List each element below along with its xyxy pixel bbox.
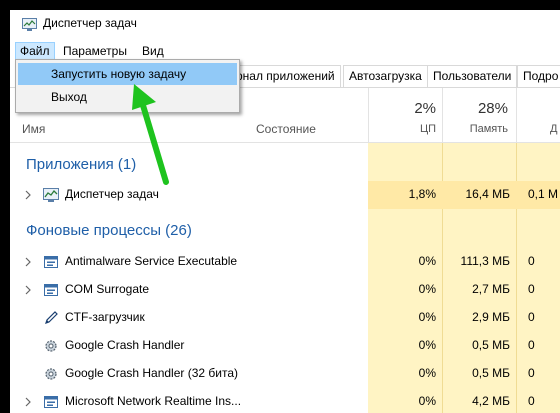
- process-name: Antimalware Service Executable: [65, 254, 238, 268]
- process-disk: 0: [528, 394, 535, 408]
- process-name: CTF-загрузчик: [65, 310, 145, 324]
- process-disk: 0: [528, 366, 535, 380]
- process-cpu: 0%: [418, 366, 436, 380]
- tab-users[interactable]: Пользователи: [427, 65, 518, 87]
- column-cpu[interactable]: ЦП: [380, 123, 436, 135]
- chevron-right-icon[interactable]: [23, 285, 33, 295]
- table-row[interactable]: Microsoft Network Realtime Ins... 0% 4,2…: [10, 388, 560, 413]
- menu-params[interactable]: Параметры: [59, 42, 131, 60]
- header-divider: [516, 88, 517, 142]
- menu-item-run-new-task[interactable]: Запустить новую задачу: [18, 63, 237, 85]
- service-icon: [44, 284, 58, 296]
- process-memory: 4,2 МБ: [472, 394, 510, 408]
- column-disk[interactable]: Д: [550, 123, 557, 135]
- table-row[interactable]: Antimalware Service Executable 0% 111,3 …: [10, 248, 560, 276]
- tab-app-history[interactable]: рнал приложений: [230, 65, 341, 87]
- menu-item-exit[interactable]: Выход: [18, 86, 237, 108]
- tab-details[interactable]: Подро: [517, 65, 560, 87]
- title-bar: Диспетчер задач: [10, 10, 560, 40]
- process-name: Google Crash Handler (32 бита): [65, 366, 239, 380]
- cpu-percent[interactable]: 2%: [380, 100, 436, 117]
- table-row[interactable]: Диспетчер задач 1,8% 16,4 МБ 0,1 М: [10, 181, 560, 209]
- pen-icon: [45, 311, 58, 324]
- process-memory: 2,9 МБ: [472, 310, 510, 324]
- process-cpu: 0%: [418, 310, 436, 324]
- window-title: Диспетчер задач: [43, 16, 137, 30]
- process-memory: 2,7 МБ: [472, 282, 510, 296]
- process-disk: 0: [528, 310, 535, 324]
- process-memory: 16,4 МБ: [465, 187, 510, 201]
- table-row[interactable]: COM Surrogate 0% 2,7 МБ 0: [10, 276, 560, 304]
- tab-startup[interactable]: Автозагрузка: [343, 65, 428, 87]
- file-menu-dropdown: Запустить новую задачу Выход: [15, 59, 240, 113]
- table-row[interactable]: Google Crash Handler (32 бита) 0% 0,5 МБ…: [10, 360, 560, 388]
- header-divider: [368, 88, 369, 142]
- process-cpu: 0%: [418, 394, 436, 408]
- chevron-right-icon[interactable]: [23, 397, 33, 407]
- column-memory[interactable]: Память: [450, 123, 508, 135]
- table-row[interactable]: Google Crash Handler 0% 0,5 МБ 0: [10, 332, 560, 360]
- service-icon: [44, 396, 58, 408]
- process-memory: 0,5 МБ: [472, 366, 510, 380]
- memory-percent[interactable]: 28%: [450, 100, 508, 117]
- gear-icon: [45, 368, 57, 380]
- menu-item-label: Выход: [51, 90, 87, 104]
- process-disk: 0: [528, 282, 535, 296]
- process-name: COM Surrogate: [65, 282, 150, 296]
- taskmgr-icon: [43, 188, 59, 202]
- process-disk: 0,1 М: [528, 187, 559, 201]
- header-divider: [442, 88, 443, 142]
- menu-view[interactable]: Вид: [138, 42, 168, 60]
- taskmgr-icon: [22, 18, 37, 31]
- process-memory: 0,5 МБ: [472, 338, 510, 352]
- group-apps[interactable]: Приложения (1): [26, 156, 136, 173]
- process-memory: 111,3 МБ: [460, 254, 510, 268]
- process-cpu: 0%: [418, 282, 436, 296]
- group-background[interactable]: Фоновые процессы (26): [26, 222, 192, 239]
- chevron-right-icon[interactable]: [23, 190, 33, 200]
- process-cpu: 1,8%: [408, 187, 436, 201]
- process-disk: 0: [528, 338, 535, 352]
- gear-icon: [45, 340, 57, 352]
- process-cpu: 0%: [418, 338, 436, 352]
- green-arrow-icon: [132, 84, 169, 185]
- column-name[interactable]: Имя: [22, 122, 45, 136]
- column-state[interactable]: Состояние: [256, 122, 316, 136]
- process-disk: 0: [528, 254, 535, 268]
- process-cpu: 0%: [418, 254, 436, 268]
- task-manager-window: Диспетчер задач Файл Параметры Вид рнал …: [10, 10, 560, 413]
- chevron-right-icon[interactable]: [23, 257, 33, 267]
- table-row[interactable]: CTF-загрузчик 0% 2,9 МБ 0: [10, 304, 560, 332]
- process-name: Microsoft Network Realtime Ins...: [65, 394, 242, 408]
- process-name: Google Crash Handler: [65, 338, 185, 352]
- service-icon: [44, 256, 58, 268]
